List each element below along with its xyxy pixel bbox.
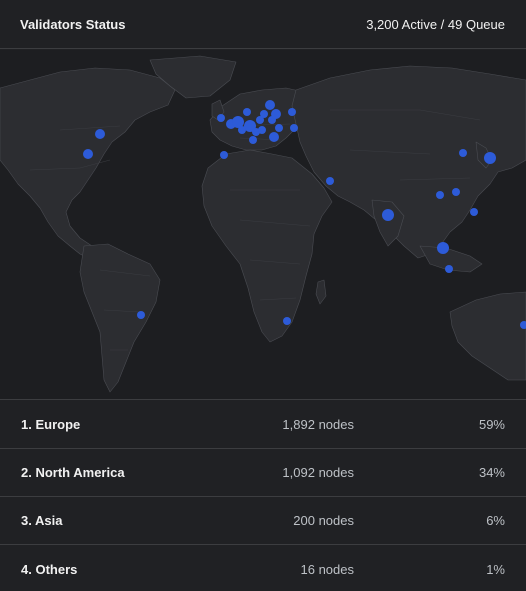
land-madagascar	[315, 279, 327, 305]
region-percent: 1%	[486, 561, 505, 577]
validator-dot	[452, 188, 460, 196]
region-percent: 59%	[478, 417, 505, 432]
validator-dot	[382, 209, 394, 221]
validator-dot	[260, 110, 268, 118]
validator-dot	[459, 149, 467, 157]
region-row-europe: 1. Europe 1,892 nodes 59%	[0, 401, 526, 449]
validator-dot	[288, 108, 296, 116]
validator-dot	[271, 109, 281, 119]
validator-count-status: 3,200 Active / 49 Queue	[366, 16, 505, 32]
land-australia	[449, 291, 526, 381]
region-name: 2. North America	[21, 465, 125, 480]
region-name: 4. Others	[21, 561, 78, 577]
validator-dot	[445, 265, 453, 273]
validator-dot	[95, 129, 105, 139]
validators-status-panel: Validators Status 3,200 Active / 49 Queu…	[0, 0, 526, 591]
validator-dot	[243, 108, 251, 116]
validator-dot	[436, 191, 444, 199]
region-row-others: 4. Others 16 nodes 1%	[0, 545, 526, 591]
validator-dot	[283, 317, 291, 325]
land-africa	[201, 149, 333, 343]
region-node-count: 1,092 nodes	[282, 465, 354, 480]
validator-dot	[265, 100, 275, 110]
validator-dot	[137, 311, 145, 319]
validator-dot	[83, 149, 93, 159]
region-percent: 34%	[478, 465, 505, 480]
panel-header: Validators Status 3,200 Active / 49 Queu…	[0, 0, 526, 49]
validator-dot	[269, 132, 279, 142]
validator-dot	[238, 126, 246, 134]
validator-dot	[275, 124, 283, 132]
validator-dot	[290, 124, 298, 132]
region-node-count: 16 nodes	[300, 561, 355, 577]
region-name: 1. Europe	[21, 417, 81, 432]
land-north-america	[0, 67, 176, 261]
region-node-count: 1,892 nodes	[282, 417, 354, 432]
land-south-america	[79, 243, 161, 393]
region-row-asia: 3. Asia 200 nodes 6%	[0, 497, 526, 545]
validator-dot	[326, 177, 334, 185]
panel-title: Validators Status	[20, 16, 126, 32]
validator-dot	[258, 126, 266, 134]
validator-dot	[220, 151, 228, 159]
region-list: 1. Europe 1,892 nodes 59% 2. North Ameri…	[0, 401, 526, 591]
world-map-svg	[0, 55, 526, 393]
region-row-north-america: 2. North America 1,092 nodes 34%	[0, 449, 526, 497]
region-node-count: 200 nodes	[293, 513, 354, 528]
region-percent: 6%	[486, 513, 505, 528]
validator-world-map	[0, 50, 526, 400]
validator-dot	[470, 208, 478, 216]
region-name: 3. Asia	[21, 513, 63, 528]
validator-dot	[249, 136, 257, 144]
validator-dot	[437, 242, 449, 254]
validator-dot	[217, 114, 225, 122]
validator-dot	[484, 152, 496, 164]
